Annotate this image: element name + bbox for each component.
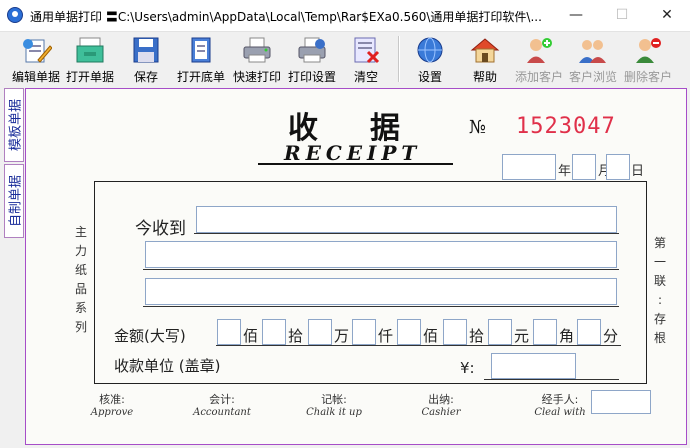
toolbar-separator — [398, 36, 400, 82]
printer-icon — [241, 36, 273, 64]
copy-vertical-text: 第一联:存根 — [653, 236, 666, 345]
amount-ten-million-field[interactable] — [262, 319, 286, 345]
browse-customer-button[interactable]: 客户浏览 — [566, 34, 620, 84]
unit-label: 佰 — [243, 327, 259, 345]
amount-million-field[interactable] — [308, 319, 332, 345]
unit-label: 仟 — [378, 327, 394, 345]
edit-document-icon — [20, 36, 53, 64]
close-button[interactable]: ✕ — [644, 0, 690, 31]
floppy-disk-icon — [130, 36, 162, 64]
open-document-button[interactable]: 打开单据 — [63, 34, 117, 84]
brand-vertical-text: 主力纸品系列 — [74, 225, 87, 334]
folder-open-icon — [74, 36, 106, 64]
footer-bookkeeping: 记帐: Chalk it up — [306, 393, 362, 418]
help-button[interactable]: 帮助 — [458, 34, 512, 84]
received-from-label: 今收到 — [135, 219, 186, 239]
footer-accountant: 会计: Accountant — [193, 393, 251, 418]
document-base-icon — [185, 36, 217, 64]
amount-thousand-field[interactable] — [352, 319, 376, 345]
amount-yen-field[interactable] — [491, 353, 576, 379]
footer-handler: 经手人: Cleal with — [534, 393, 586, 418]
amount-fen-field[interactable] — [577, 319, 601, 345]
unit-label: 万 — [334, 327, 350, 345]
year-label: 年 — [558, 164, 572, 179]
month-field[interactable] — [572, 154, 596, 180]
unit-label: 角 — [559, 327, 575, 345]
add-user-icon — [523, 36, 555, 64]
footer-approve: 核准: Approve — [90, 393, 134, 418]
amount-ten-field[interactable] — [443, 319, 467, 345]
tab-custom-documents[interactable]: 自制单据 — [4, 164, 24, 238]
delete-customer-button[interactable]: 删除客户 — [621, 34, 675, 84]
title-bar: 通用单据打印 〓C:\Users\admin\AppData\Local\Tem… — [0, 0, 690, 32]
clear-icon — [350, 36, 382, 64]
title-underline — [258, 163, 453, 165]
globe-settings-icon — [414, 36, 446, 64]
clear-button[interactable]: 清空 — [339, 34, 393, 84]
received-underline-3 — [143, 306, 619, 307]
received-line-2-field[interactable] — [145, 241, 617, 268]
help-house-icon — [469, 36, 501, 64]
print-settings-button[interactable]: 打印设置 — [285, 34, 339, 84]
window-title: 通用单据打印 〓C:\Users\admin\AppData\Local\Tem… — [30, 10, 542, 24]
unit-label: 拾 — [469, 327, 485, 345]
tab-template-documents[interactable]: 模板单据 — [4, 88, 24, 162]
year-field[interactable] — [502, 154, 556, 180]
received-underline-2 — [143, 269, 619, 270]
save-button[interactable]: 保存 — [119, 34, 173, 84]
edit-document-button[interactable]: 编辑单据 — [9, 34, 63, 84]
receipt-paper: 收据 RECEIPT № 1523047 年 月 日 主力纸品系列 第一联:存根… — [25, 88, 687, 445]
toolbar: 编辑单据 打开单据 保存 打开底单 快速打印 打印设置 清空 设置 帮助 添加客… — [0, 32, 690, 87]
settings-button[interactable]: 设置 — [403, 34, 457, 84]
yen-label: ¥: — [460, 359, 475, 377]
receipt-number: 1523047 — [516, 114, 616, 139]
users-browse-icon — [577, 36, 609, 64]
unit-label: 元 — [514, 327, 530, 345]
day-field[interactable] — [606, 154, 630, 180]
received-from-field[interactable] — [196, 206, 617, 233]
day-label: 日 — [631, 164, 645, 179]
amount-jiao-field[interactable] — [533, 319, 557, 345]
unit-label: 佰 — [423, 327, 439, 345]
add-customer-button[interactable]: 添加客户 — [512, 34, 566, 84]
yen-underline — [484, 379, 619, 380]
handler-field[interactable] — [591, 390, 651, 414]
received-line-3-field[interactable] — [145, 278, 617, 305]
amount-yuan-field[interactable] — [488, 319, 512, 345]
app-icon — [7, 7, 23, 23]
delete-user-icon — [632, 36, 664, 64]
footer-cashier: 出纳: Cashier — [421, 393, 461, 418]
amount-hundred-million-field[interactable] — [217, 319, 241, 345]
receipt-subtitle: RECEIPT — [284, 141, 422, 165]
amount-label: 金额(大写) — [114, 327, 186, 345]
unit-label: 分 — [603, 327, 619, 345]
quick-print-button[interactable]: 快速打印 — [230, 34, 284, 84]
receipt-no-label: № — [469, 117, 487, 138]
amount-hundred-field[interactable] — [397, 319, 421, 345]
minimize-button[interactable]: — — [553, 0, 599, 31]
printer-settings-icon — [296, 36, 328, 64]
received-underline-1 — [194, 233, 619, 234]
side-tabs: 模板单据 自制单据 — [4, 88, 24, 238]
open-base-button[interactable]: 打开底单 — [174, 34, 228, 84]
unit-label: 拾 — [288, 327, 304, 345]
payee-label: 收款单位 (盖章) — [114, 357, 221, 375]
maximize-button[interactable]: ☐ — [599, 0, 645, 31]
